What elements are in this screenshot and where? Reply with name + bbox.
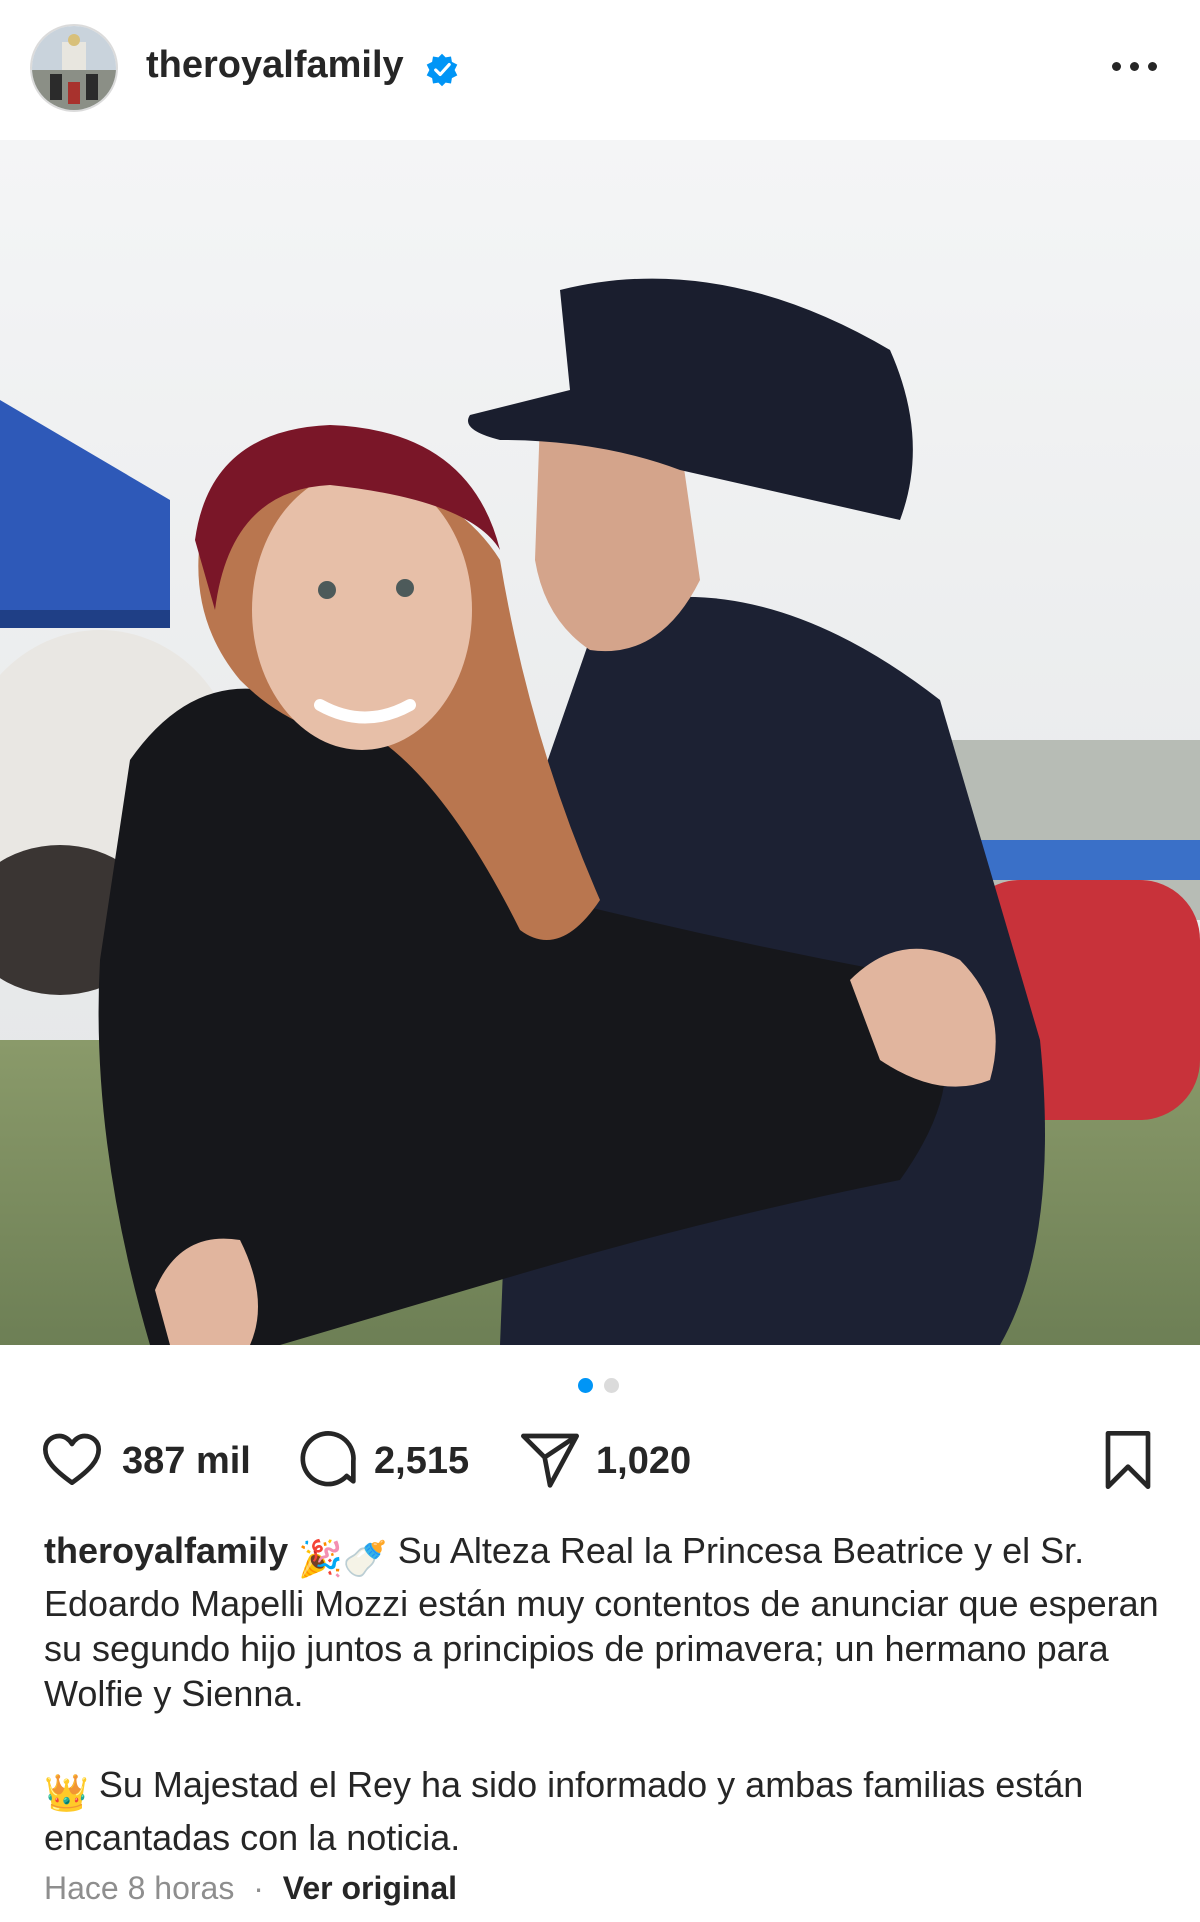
more-options-icon[interactable] (1110, 52, 1160, 82)
post-timestamp: Hace 8 horas (44, 1870, 235, 1906)
share-icon[interactable] (518, 1428, 582, 1492)
post-username[interactable]: theroyalfamily (146, 44, 404, 87)
post-actions: 387 mil 2,515 1,020 (0, 1428, 1200, 1502)
carousel-dot (604, 1378, 619, 1393)
see-original-link[interactable]: Ver original (283, 1870, 457, 1906)
caption-paragraph-2: 👑 Su Majestad el Rey ha sido informado y… (44, 1762, 1164, 1860)
post-footer: Hace 8 horas · Ver original (44, 1870, 457, 1907)
comment-icon[interactable] (296, 1428, 360, 1492)
crown-emoji: 👑 (44, 1772, 89, 1813)
photo-couple-embracing (0, 140, 1200, 1345)
post-header: theroyalfamily (0, 0, 1200, 140)
bookmark-icon[interactable] (1100, 1428, 1156, 1492)
post-photo[interactable] (0, 140, 1200, 1345)
comments-count[interactable]: 2,515 (374, 1440, 469, 1483)
shares-count[interactable]: 1,020 (596, 1440, 691, 1483)
verified-badge-icon (426, 53, 458, 87)
likes-count[interactable]: 387 mil (122, 1440, 251, 1483)
carousel-indicator (578, 1378, 622, 1394)
profile-avatar[interactable] (30, 24, 118, 112)
caption-text-2: Su Majestad el Rey ha sido informado y a… (44, 1764, 1084, 1858)
caption-username[interactable]: theroyalfamily (44, 1530, 288, 1571)
party-popper-baby-bottle-emoji: 🎉🍼 (298, 1538, 388, 1579)
heart-icon[interactable] (40, 1428, 104, 1492)
post-caption: theroyalfamily 🎉🍼 Su Alteza Real la Prin… (44, 1528, 1164, 1716)
separator-dot: · (253, 1870, 264, 1906)
carousel-dot-active (578, 1378, 593, 1393)
